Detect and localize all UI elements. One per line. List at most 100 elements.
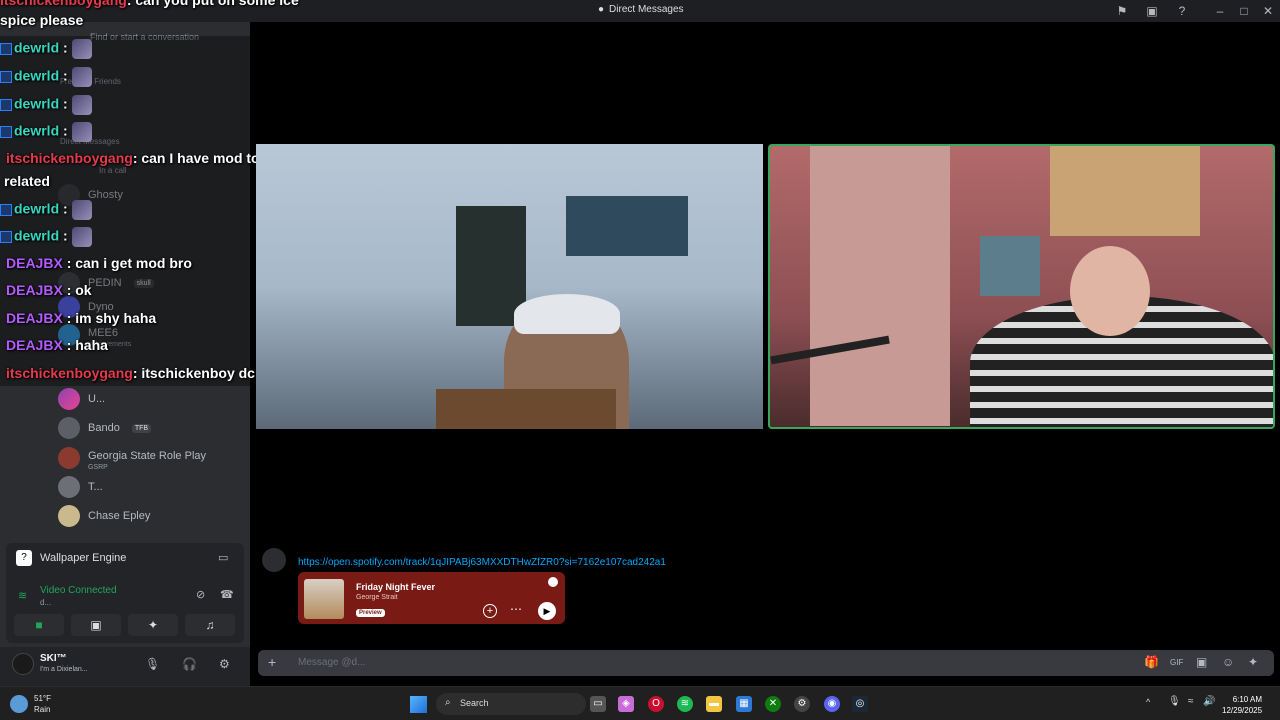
chat-message: dewrld : [0,122,92,142]
file-explorer-icon[interactable]: ▬ [706,696,722,712]
camera-button[interactable]: ■ [14,614,64,636]
chat-message: dewrld : [0,227,92,247]
screen-share-button[interactable]: ▣ [71,614,121,636]
badge-icon [0,99,12,111]
chat-message: dewrld : [0,67,92,87]
attach-icon[interactable]: + [268,654,276,670]
headphones-shape [514,294,620,334]
close-icon[interactable]: ✕ [1260,3,1276,19]
chat-message: dewrld : [0,39,92,59]
song-title[interactable]: Friday Night Fever [356,582,435,592]
avatar[interactable] [12,653,34,675]
spotify-link[interactable]: https://open.spotify.com/track/1qJIPABj6… [298,557,666,568]
user-panel: SKI™ I'm a Dixielan... 🎙 🎧 ⚙ [0,647,250,686]
microphone-icon[interactable]: 🎙 [145,657,160,671]
disconnect-icon[interactable]: ☎ [220,588,234,601]
chat-message: DEAJBX : can i get mod bro [6,255,192,271]
emoji-icon[interactable]: ☺ [1222,655,1234,669]
avatar [58,417,80,439]
add-icon[interactable]: + [483,604,497,618]
sticker-icon[interactable]: ▣ [1196,655,1207,669]
gift-icon[interactable]: 🎁 [1144,655,1159,669]
dm-item[interactable]: Chase Epley [58,503,244,529]
search-input[interactable]: Find or start a conversation [90,32,199,42]
preview-badge: Preview [356,609,385,617]
apps-icon[interactable]: ✦ [1248,655,1258,669]
microphone-icon[interactable]: 🎙 [1168,696,1181,707]
emote-icon [71,67,92,87]
discord-icon[interactable]: ◉ [824,696,840,712]
avatar [58,476,80,498]
minimize-icon[interactable]: – [1212,3,1228,19]
spotify-icon[interactable]: ≋ [677,696,693,712]
dm-item[interactable]: T... [58,474,244,500]
dm-item[interactable]: Georgia State Role Play GSRP [58,445,244,471]
copilot-icon[interactable]: ◈ [618,696,634,712]
activities-button[interactable]: ✦ [128,614,178,636]
signal-icon[interactable]: ≋ [18,589,27,602]
dm-item[interactable]: U... [58,386,244,412]
maximize-icon[interactable]: □ [1236,3,1252,19]
album-cover[interactable] [304,579,344,619]
help-icon[interactable]: ? [1174,3,1190,19]
gif-icon[interactable]: GIF [1170,658,1183,667]
chat-message: spice please [0,12,84,28]
video-tile-right-speaking[interactable] [768,144,1275,429]
volume-icon[interactable]: 🔊 [1203,696,1215,707]
taskbar-search[interactable]: ⌕ Search [436,693,586,715]
steam-icon[interactable]: ◎ [852,696,868,712]
chat-message: DEAJBX : im shy haha [6,310,157,326]
badge-icon [0,43,12,55]
more-icon[interactable]: ⋯ [510,602,522,616]
chat-message: dewrld : [0,200,92,220]
laundry-basket [980,236,1040,296]
badge-icon [0,71,12,83]
inbox-icon[interactable]: ⚑ [1114,3,1130,19]
system-clock[interactable]: 6:10 AM 12/29/2025 [1222,694,1262,716]
dm-item[interactable]: Bando TFB [58,415,244,441]
door-shape [810,146,950,426]
chat-message: itschickenboygang: itschickenboy dc [6,365,255,381]
song-artist[interactable]: George Strait [356,594,398,601]
weather-icon[interactable] [10,695,28,713]
settings-icon[interactable]: ⚙ [794,696,810,712]
chat-message: itschickenboygang: can you put on some i… [0,0,299,8]
chevron-up-icon[interactable]: ^ [1146,697,1150,707]
task-view-icon[interactable]: ▭ [590,696,606,712]
shirt-shape [436,389,616,429]
app-name: Wallpaper Engine [40,552,127,564]
search-icon: ⌕ [445,697,451,708]
emote-icon [71,122,92,142]
avatar[interactable] [262,548,286,572]
connection-channel: d... [40,598,52,607]
store-icon[interactable]: ▦ [736,696,752,712]
in-call-status: In a call [99,166,127,175]
soundboard-button[interactable]: ♫ [185,614,235,636]
chat-message: dewrld : [0,95,92,115]
screen-share-icon[interactable]: ▭ [218,551,228,564]
video-tile-left[interactable] [256,144,763,429]
emote-icon [71,200,92,220]
settings-icon[interactable]: ⚙ [219,657,230,671]
message-input[interactable]: Message @d... [298,657,365,668]
xbox-icon[interactable]: ✕ [765,696,781,712]
username: SKI™ [40,653,67,664]
headphones-icon[interactable]: 🎧 [182,657,197,671]
opera-icon[interactable]: O [648,696,664,712]
emote-icon [71,39,92,59]
play-button[interactable]: ▶ [538,602,556,620]
spotify-embed: Friday Night Fever George Strait Preview… [298,572,565,624]
badge-icon [0,204,12,216]
emote-icon [71,227,92,247]
badge-icon [0,126,12,138]
chat-message: DEAJBX : haha [6,337,108,353]
window-icon[interactable]: ▣ [1144,3,1160,19]
noise-suppression-icon[interactable]: ⊘ [196,588,205,601]
face-shape [1070,246,1150,336]
wifi-icon[interactable]: ≈ [1188,696,1194,707]
badge-icon [0,231,12,243]
message-composer[interactable]: + Message @d... 🎁 GIF ▣ ☺ ✦ [258,650,1274,676]
dm-icon: ● [598,4,605,15]
windows-start-icon[interactable] [410,696,427,713]
weather-widget[interactable]: 51°F Rain [34,693,51,715]
